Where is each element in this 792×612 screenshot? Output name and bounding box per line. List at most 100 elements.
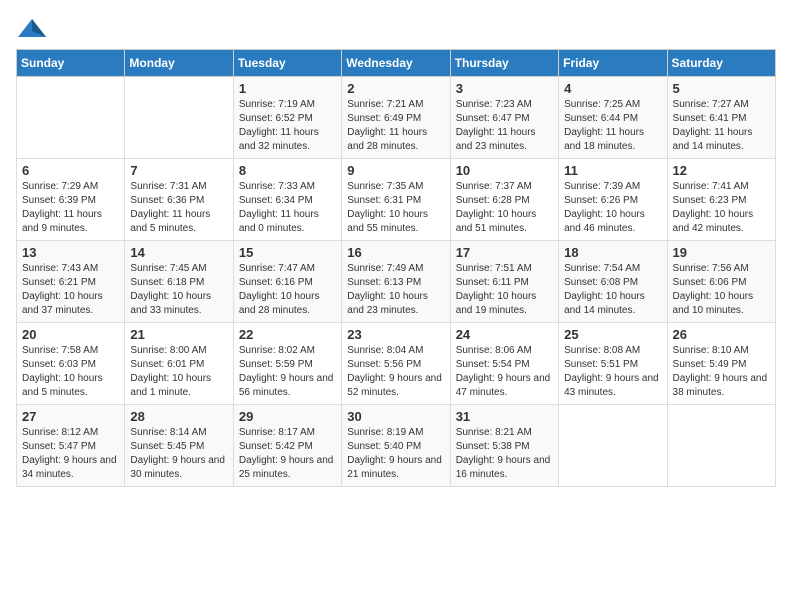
calendar-cell: 2 Sunrise: 7:21 AMSunset: 6:49 PMDayligh… [342,77,450,159]
calendar-cell: 14 Sunrise: 7:45 AMSunset: 6:18 PMDaylig… [125,241,233,323]
calendar-cell [125,77,233,159]
day-info: Sunrise: 8:12 AMSunset: 5:47 PMDaylight:… [22,426,119,482]
calendar-cell: 25 Sunrise: 8:08 AMSunset: 5:51 PMDaylig… [559,323,667,405]
weekday-header: Tuesday [233,50,341,77]
day-number: 22 [239,327,336,342]
day-number: 12 [673,163,770,178]
day-number: 8 [239,163,336,178]
day-info: Sunrise: 7:33 AMSunset: 6:34 PMDaylight:… [239,180,336,236]
calendar-cell: 10 Sunrise: 7:37 AMSunset: 6:28 PMDaylig… [450,159,558,241]
day-number: 13 [22,245,119,260]
calendar-cell: 22 Sunrise: 8:02 AMSunset: 5:59 PMDaylig… [233,323,341,405]
day-info: Sunrise: 7:35 AMSunset: 6:31 PMDaylight:… [347,180,444,236]
day-info: Sunrise: 8:02 AMSunset: 5:59 PMDaylight:… [239,344,336,400]
day-number: 29 [239,409,336,424]
weekday-header: Friday [559,50,667,77]
calendar-cell: 30 Sunrise: 8:19 AMSunset: 5:40 PMDaylig… [342,405,450,487]
day-info: Sunrise: 7:19 AMSunset: 6:52 PMDaylight:… [239,98,336,154]
calendar-week-row: 20 Sunrise: 7:58 AMSunset: 6:03 PMDaylig… [17,323,776,405]
calendar-cell: 21 Sunrise: 8:00 AMSunset: 6:01 PMDaylig… [125,323,233,405]
day-number: 18 [564,245,661,260]
day-number: 10 [456,163,553,178]
day-info: Sunrise: 7:45 AMSunset: 6:18 PMDaylight:… [130,262,227,318]
day-number: 27 [22,409,119,424]
day-number: 15 [239,245,336,260]
day-number: 24 [456,327,553,342]
calendar-cell: 24 Sunrise: 8:06 AMSunset: 5:54 PMDaylig… [450,323,558,405]
weekday-header: Saturday [667,50,775,77]
day-info: Sunrise: 7:41 AMSunset: 6:23 PMDaylight:… [673,180,770,236]
day-number: 4 [564,81,661,96]
day-info: Sunrise: 7:25 AMSunset: 6:44 PMDaylight:… [564,98,661,154]
calendar-cell: 12 Sunrise: 7:41 AMSunset: 6:23 PMDaylig… [667,159,775,241]
day-number: 30 [347,409,444,424]
day-number: 7 [130,163,227,178]
day-number: 25 [564,327,661,342]
day-number: 11 [564,163,661,178]
calendar-cell: 5 Sunrise: 7:27 AMSunset: 6:41 PMDayligh… [667,77,775,159]
day-info: Sunrise: 8:10 AMSunset: 5:49 PMDaylight:… [673,344,770,400]
calendar-cell: 28 Sunrise: 8:14 AMSunset: 5:45 PMDaylig… [125,405,233,487]
calendar-week-row: 1 Sunrise: 7:19 AMSunset: 6:52 PMDayligh… [17,77,776,159]
weekday-header: Wednesday [342,50,450,77]
calendar-cell: 20 Sunrise: 7:58 AMSunset: 6:03 PMDaylig… [17,323,125,405]
calendar-cell: 26 Sunrise: 8:10 AMSunset: 5:49 PMDaylig… [667,323,775,405]
day-info: Sunrise: 7:21 AMSunset: 6:49 PMDaylight:… [347,98,444,154]
calendar-cell: 31 Sunrise: 8:21 AMSunset: 5:38 PMDaylig… [450,405,558,487]
day-number: 21 [130,327,227,342]
day-number: 2 [347,81,444,96]
logo-icon [16,17,44,37]
day-info: Sunrise: 8:06 AMSunset: 5:54 PMDaylight:… [456,344,553,400]
calendar-cell: 7 Sunrise: 7:31 AMSunset: 6:36 PMDayligh… [125,159,233,241]
day-number: 16 [347,245,444,260]
day-info: Sunrise: 8:21 AMSunset: 5:38 PMDaylight:… [456,426,553,482]
calendar-table: SundayMondayTuesdayWednesdayThursdayFrid… [16,49,776,487]
calendar-cell: 27 Sunrise: 8:12 AMSunset: 5:47 PMDaylig… [17,405,125,487]
calendar-cell [667,405,775,487]
day-info: Sunrise: 7:43 AMSunset: 6:21 PMDaylight:… [22,262,119,318]
calendar-week-row: 13 Sunrise: 7:43 AMSunset: 6:21 PMDaylig… [17,241,776,323]
day-info: Sunrise: 7:39 AMSunset: 6:26 PMDaylight:… [564,180,661,236]
calendar-cell: 11 Sunrise: 7:39 AMSunset: 6:26 PMDaylig… [559,159,667,241]
calendar-cell: 4 Sunrise: 7:25 AMSunset: 6:44 PMDayligh… [559,77,667,159]
logo [16,16,48,37]
day-info: Sunrise: 7:58 AMSunset: 6:03 PMDaylight:… [22,344,119,400]
calendar-cell: 1 Sunrise: 7:19 AMSunset: 6:52 PMDayligh… [233,77,341,159]
day-number: 6 [22,163,119,178]
calendar-cell [17,77,125,159]
day-number: 31 [456,409,553,424]
day-info: Sunrise: 7:54 AMSunset: 6:08 PMDaylight:… [564,262,661,318]
day-info: Sunrise: 7:37 AMSunset: 6:28 PMDaylight:… [456,180,553,236]
calendar-cell: 17 Sunrise: 7:51 AMSunset: 6:11 PMDaylig… [450,241,558,323]
day-number: 14 [130,245,227,260]
day-info: Sunrise: 7:27 AMSunset: 6:41 PMDaylight:… [673,98,770,154]
page-header [16,16,776,37]
calendar-week-row: 27 Sunrise: 8:12 AMSunset: 5:47 PMDaylig… [17,405,776,487]
day-info: Sunrise: 7:51 AMSunset: 6:11 PMDaylight:… [456,262,553,318]
day-info: Sunrise: 7:23 AMSunset: 6:47 PMDaylight:… [456,98,553,154]
day-info: Sunrise: 7:29 AMSunset: 6:39 PMDaylight:… [22,180,119,236]
weekday-header: Thursday [450,50,558,77]
day-number: 26 [673,327,770,342]
day-number: 3 [456,81,553,96]
weekday-header: Monday [125,50,233,77]
day-number: 28 [130,409,227,424]
calendar-cell: 19 Sunrise: 7:56 AMSunset: 6:06 PMDaylig… [667,241,775,323]
day-number: 20 [22,327,119,342]
header-row: SundayMondayTuesdayWednesdayThursdayFrid… [17,50,776,77]
calendar-cell: 23 Sunrise: 8:04 AMSunset: 5:56 PMDaylig… [342,323,450,405]
day-info: Sunrise: 7:47 AMSunset: 6:16 PMDaylight:… [239,262,336,318]
calendar-cell: 3 Sunrise: 7:23 AMSunset: 6:47 PMDayligh… [450,77,558,159]
calendar-cell: 13 Sunrise: 7:43 AMSunset: 6:21 PMDaylig… [17,241,125,323]
calendar-cell [559,405,667,487]
calendar-cell: 15 Sunrise: 7:47 AMSunset: 6:16 PMDaylig… [233,241,341,323]
day-number: 5 [673,81,770,96]
weekday-header: Sunday [17,50,125,77]
day-number: 19 [673,245,770,260]
day-number: 1 [239,81,336,96]
calendar-cell: 29 Sunrise: 8:17 AMSunset: 5:42 PMDaylig… [233,405,341,487]
calendar-cell: 8 Sunrise: 7:33 AMSunset: 6:34 PMDayligh… [233,159,341,241]
calendar-week-row: 6 Sunrise: 7:29 AMSunset: 6:39 PMDayligh… [17,159,776,241]
day-info: Sunrise: 8:08 AMSunset: 5:51 PMDaylight:… [564,344,661,400]
day-info: Sunrise: 7:31 AMSunset: 6:36 PMDaylight:… [130,180,227,236]
